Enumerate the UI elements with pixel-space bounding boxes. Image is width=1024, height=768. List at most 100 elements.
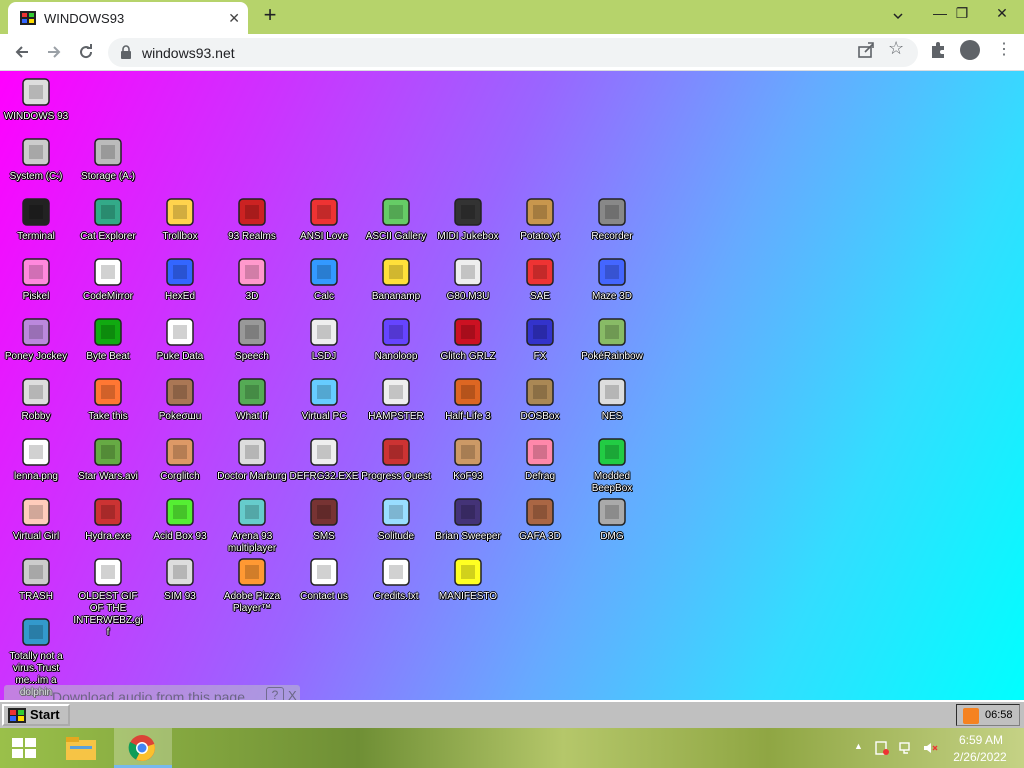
desktop-icon[interactable]: Glitch GRLZ bbox=[432, 315, 504, 363]
reload-button[interactable] bbox=[74, 40, 98, 64]
desktop-icon[interactable]: Star Wars.avi bbox=[72, 435, 144, 483]
desktop-icon-label: ASCII Gallery bbox=[365, 231, 427, 242]
desktop-icon[interactable]: Poney Jockey bbox=[0, 315, 72, 363]
download-close-button[interactable]: X bbox=[288, 688, 297, 700]
kebab-menu-icon[interactable]: ⋮ bbox=[996, 40, 1012, 60]
desktop-icon[interactable]: Virtual Girl bbox=[0, 495, 72, 543]
browser-tab[interactable]: WINDOWS93 ✕ bbox=[8, 2, 248, 34]
desktop-icon[interactable]: Terminal bbox=[0, 195, 72, 243]
desktop-icon[interactable]: Robby bbox=[0, 375, 72, 423]
desktop-icon[interactable]: 3D bbox=[216, 255, 288, 303]
desktop-icon[interactable]: SIM 93 bbox=[144, 555, 216, 603]
windows-start-icon[interactable] bbox=[10, 736, 38, 760]
desktop-icon[interactable]: GAFA 3D bbox=[504, 495, 576, 543]
desktop-icon[interactable]: TRASH bbox=[0, 555, 72, 603]
desktop-icon[interactable]: Solitude bbox=[360, 495, 432, 543]
desktop-icon[interactable]: Recorder bbox=[576, 195, 648, 243]
file-explorer-icon[interactable] bbox=[62, 732, 100, 764]
chrome-taskbar-button[interactable] bbox=[114, 728, 172, 768]
desktop-icon[interactable]: Contact us bbox=[288, 555, 360, 603]
desktop-icon[interactable]: Piskel bbox=[0, 255, 72, 303]
desktop-icon[interactable]: Progress Quest bbox=[360, 435, 432, 483]
rss-icon[interactable] bbox=[963, 708, 979, 724]
desktop-icon-label: Byte Beat bbox=[86, 351, 130, 362]
desktop-icon[interactable]: Storage (A:) bbox=[72, 135, 144, 183]
desktop-icon[interactable]: Modded BeepBox bbox=[576, 435, 648, 495]
desktop-icon[interactable]: Byte Beat bbox=[72, 315, 144, 363]
tab-search-button[interactable] bbox=[876, 0, 920, 30]
desktop-icon[interactable]: Credits.txt bbox=[360, 555, 432, 603]
action-center-icon[interactable] bbox=[874, 740, 890, 756]
tray-expand-icon[interactable]: ▲ bbox=[854, 741, 863, 751]
download-audio-text[interactable]: Download audio from this page bbox=[52, 689, 245, 700]
show-desktop-button[interactable] bbox=[1014, 728, 1024, 768]
desktop-icon[interactable]: DMG bbox=[576, 495, 648, 543]
desktop-icon[interactable]: MANIFESTO bbox=[432, 555, 504, 603]
address-bar[interactable]: windows93.net bbox=[108, 38, 918, 67]
desktop-icon[interactable]: System (C:) bbox=[0, 135, 72, 183]
desktop-icon[interactable]: Brian Sweeper bbox=[432, 495, 504, 543]
desktop-icon-label: Robby bbox=[21, 411, 51, 422]
desktop-icon[interactable]: CodeMirror bbox=[72, 255, 144, 303]
desktop-icon[interactable]: Half-Life 3 bbox=[432, 375, 504, 423]
close-window-button[interactable]: ✕ bbox=[980, 0, 1024, 30]
desktop-icon[interactable]: Take this bbox=[72, 375, 144, 423]
desktop-icon[interactable]: FX bbox=[504, 315, 576, 363]
desktop-icon[interactable]: lenna.png bbox=[0, 435, 72, 483]
restore-button[interactable]: ❐ bbox=[940, 0, 984, 30]
volume-muted-icon[interactable] bbox=[922, 740, 938, 756]
taskbar-date[interactable]: 2/26/2022 bbox=[950, 750, 1010, 764]
desktop-icon[interactable]: Trollbox bbox=[144, 195, 216, 243]
desktop-icon[interactable]: Adobe Pizza Player™ bbox=[216, 555, 288, 615]
desktop-icon[interactable]: Potato.yt bbox=[504, 195, 576, 243]
desktop-icon[interactable]: ASCII Gallery bbox=[360, 195, 432, 243]
share-icon[interactable] bbox=[856, 40, 876, 60]
desktop-icon[interactable]: Arena 93 multiplayer bbox=[216, 495, 288, 555]
desktop-icon[interactable]: MIDI Jukebox bbox=[432, 195, 504, 243]
desktop-icon[interactable]: Pokeσшu bbox=[144, 375, 216, 423]
desktop-icon[interactable]: Virtual PC bbox=[288, 375, 360, 423]
taskbar-time[interactable]: 6:59 AM bbox=[956, 733, 1006, 747]
desktop-icon[interactable]: NES bbox=[576, 375, 648, 423]
bookmark-star-icon[interactable]: ☆ bbox=[888, 38, 904, 59]
desktop-icon[interactable]: ANSI Love bbox=[288, 195, 360, 243]
desktop-icon[interactable]: Corglitch bbox=[144, 435, 216, 483]
extensions-puzzle-icon[interactable] bbox=[928, 40, 948, 60]
desktop-icon[interactable]: Calc bbox=[288, 255, 360, 303]
floppy-drive-icon bbox=[94, 138, 122, 166]
network-icon[interactable] bbox=[898, 740, 914, 756]
desktop-icon[interactable]: Speech bbox=[216, 315, 288, 363]
knight-icon bbox=[238, 198, 266, 226]
desktop-icon[interactable]: DEFRG32.EXE bbox=[288, 435, 360, 483]
desktop-icon[interactable]: DOSBox bbox=[504, 375, 576, 423]
desktop-icon[interactable]: Puke Data bbox=[144, 315, 216, 363]
desktop-icon[interactable]: Defrag bbox=[504, 435, 576, 483]
desktop-icon[interactable]: Doctor Marburg bbox=[216, 435, 288, 483]
desktop-icon[interactable]: 93 Realms bbox=[216, 195, 288, 243]
start-button[interactable]: Start bbox=[2, 704, 70, 726]
desktop-icon[interactable]: LSDJ bbox=[288, 315, 360, 363]
new-tab-button[interactable]: + bbox=[258, 4, 282, 28]
desktop-icon[interactable]: G80.M3U bbox=[432, 255, 504, 303]
desktop-icon[interactable]: What If bbox=[216, 375, 288, 423]
desktop-icon[interactable]: HexEd bbox=[144, 255, 216, 303]
download-audio-bar[interactable]: Download audio from this page? X bbox=[4, 685, 300, 700]
desktop-icon[interactable]: OLDEST GIF OF THE INTERWEBZ.gif bbox=[72, 555, 144, 639]
download-help-button[interactable]: ? bbox=[266, 687, 284, 700]
back-button[interactable] bbox=[10, 40, 34, 64]
desktop-icon[interactable]: KoF93 bbox=[432, 435, 504, 483]
desktop-icon[interactable]: HAMPSTER bbox=[360, 375, 432, 423]
desktop-icon[interactable]: SAE bbox=[504, 255, 576, 303]
profile-avatar-icon[interactable] bbox=[960, 40, 980, 60]
desktop-icon[interactable]: SMS bbox=[288, 495, 360, 543]
desktop-icon[interactable]: PokéRainbow bbox=[576, 315, 648, 363]
desktop-icon[interactable]: WINDOWS 93 bbox=[0, 75, 72, 123]
tab-close-icon[interactable]: ✕ bbox=[228, 10, 240, 26]
desktop-icon[interactable]: Cat Explorer bbox=[72, 195, 144, 243]
desktop-icon[interactable]: Maze 3D bbox=[576, 255, 648, 303]
desktop-icon[interactable]: Hydra.exe bbox=[72, 495, 144, 543]
desktop-icon[interactable]: Acid Box 93 bbox=[144, 495, 216, 543]
forward-button[interactable] bbox=[42, 40, 66, 64]
desktop-icon[interactable]: Nanoloop bbox=[360, 315, 432, 363]
desktop-icon[interactable]: Bananamp bbox=[360, 255, 432, 303]
